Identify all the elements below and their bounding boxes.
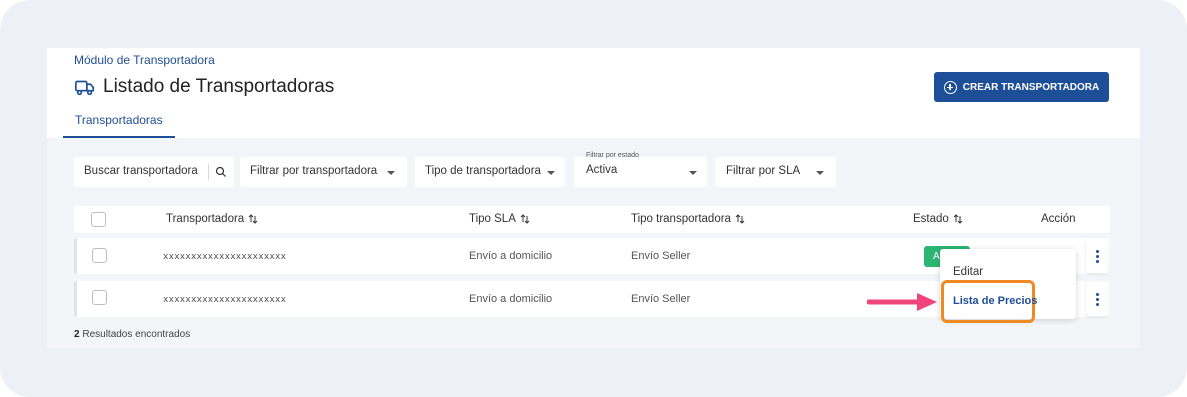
kebab-dot-icon bbox=[1095, 297, 1099, 301]
column-label: Tipo transportadora bbox=[631, 213, 731, 225]
breadcrumb[interactable]: Módulo de Transportadora bbox=[74, 53, 215, 67]
truck-icon bbox=[75, 80, 95, 96]
column-header-tipo-sla[interactable]: Tipo SLA bbox=[469, 213, 530, 225]
menu-item-lista-de-precios[interactable]: Lista de Precios bbox=[953, 295, 1037, 307]
page-header: Módulo de Transportadora Listado de Tran… bbox=[47, 48, 1140, 138]
kebab-dot-icon bbox=[1095, 302, 1099, 306]
sort-icon[interactable] bbox=[953, 214, 963, 224]
chevron-down-icon bbox=[547, 171, 555, 175]
results-count: 2 Resultados encontrados bbox=[74, 329, 190, 340]
select-all-checkbox[interactable] bbox=[91, 212, 106, 227]
sort-icon[interactable] bbox=[735, 214, 745, 224]
column-header-accion: Acción bbox=[1041, 213, 1076, 225]
column-label: Tipo SLA bbox=[469, 213, 516, 225]
column-header-estado[interactable]: Estado bbox=[913, 213, 963, 225]
carrier-filter-label: Filtrar por transportadora bbox=[250, 165, 378, 177]
sla-type: Envío a domicilio bbox=[469, 250, 553, 262]
chevron-down-icon bbox=[816, 171, 824, 175]
column-header-tipo-transportadora[interactable]: Tipo transportadora bbox=[631, 213, 745, 225]
search-separator bbox=[208, 164, 209, 180]
kebab-dot-icon bbox=[1095, 249, 1099, 253]
carrier-module-panel: Módulo de Transportadora Listado de Tran… bbox=[47, 48, 1140, 348]
table-header: Transportadora Tipo SLA Tipo transportad… bbox=[74, 206, 1110, 233]
column-label: Estado bbox=[913, 213, 949, 225]
status-filter-label: Filtrar por estado bbox=[586, 152, 639, 159]
pointer-arrow-icon bbox=[867, 293, 937, 311]
menu-item-editar[interactable]: Editar bbox=[953, 266, 983, 278]
chevron-down-icon bbox=[689, 171, 697, 175]
carrier-filter-select[interactable]: Filtrar por transportadora bbox=[240, 157, 407, 187]
create-carrier-label: CREAR TRANSPORTADORA bbox=[962, 81, 1100, 93]
page-title: Listado de Transportadoras bbox=[103, 76, 335, 97]
results-number: 2 bbox=[74, 329, 80, 340]
row-checkbox[interactable] bbox=[92, 248, 107, 263]
carrier-type-label: Tipo de transportadora bbox=[425, 165, 541, 177]
carrier-type: Envío Seller bbox=[631, 250, 691, 262]
sla-type: Envío a domicilio bbox=[469, 293, 553, 305]
status-filter-select[interactable]: Filtrar por estado Activa bbox=[574, 152, 707, 187]
sla-filter-select[interactable]: Filtrar por SLA bbox=[715, 157, 836, 187]
sort-icon[interactable] bbox=[248, 214, 258, 224]
status-filter-value: Activa bbox=[586, 164, 618, 176]
create-carrier-button[interactable]: CREAR TRANSPORTADORA bbox=[934, 72, 1109, 102]
screenshot-frame: Módulo de Transportadora Listado de Tran… bbox=[0, 0, 1187, 397]
search-icon[interactable] bbox=[215, 166, 227, 178]
row-checkbox[interactable] bbox=[92, 290, 107, 305]
carrier-type: Envío Seller bbox=[631, 293, 691, 305]
column-header-transportadora[interactable]: Transportadora bbox=[166, 213, 258, 225]
plus-circle-icon bbox=[943, 80, 957, 94]
carrier-name: xxxxxxxxxxxxxxxxxxxxxx bbox=[163, 295, 287, 305]
search-input[interactable]: Buscar transportadora bbox=[84, 165, 198, 177]
row-actions-button[interactable] bbox=[1086, 239, 1108, 273]
sla-filter-label: Filtrar por SLA bbox=[726, 165, 801, 177]
title-row: Listado de Transportadoras bbox=[74, 76, 334, 98]
carrier-type-select[interactable]: Tipo de transportadora bbox=[415, 157, 565, 187]
column-label: Transportadora bbox=[166, 213, 245, 225]
tab-transportadoras[interactable]: Transportadoras bbox=[63, 110, 175, 138]
kebab-dot-icon bbox=[1095, 292, 1099, 296]
row-actions-button[interactable] bbox=[1086, 282, 1108, 316]
results-label: Resultados encontrados bbox=[82, 329, 191, 340]
carrier-name: xxxxxxxxxxxxxxxxxxxxxx bbox=[163, 252, 287, 262]
chevron-down-icon bbox=[387, 171, 395, 175]
kebab-dot-icon bbox=[1095, 254, 1099, 258]
sort-icon[interactable] bbox=[520, 214, 530, 224]
column-label: Acción bbox=[1041, 213, 1076, 225]
kebab-dot-icon bbox=[1095, 259, 1099, 263]
search-field[interactable]: Buscar transportadora bbox=[74, 157, 234, 187]
